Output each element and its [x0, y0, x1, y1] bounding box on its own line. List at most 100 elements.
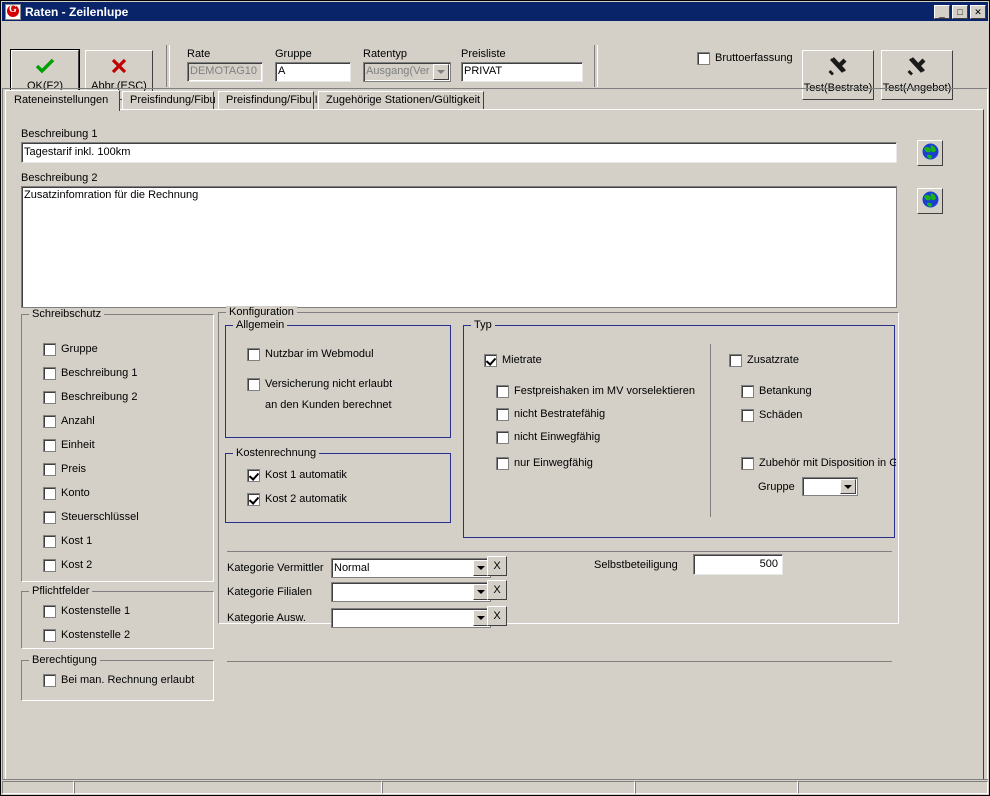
beschreibung2-textarea[interactable]	[21, 186, 897, 308]
tab-rateneinstellungen-label: Rateneinstellungen	[14, 94, 109, 106]
x-icon-svg	[111, 58, 127, 74]
beschreibung2-label: Beschreibung 2	[21, 172, 98, 184]
window-title: Raten - Zeilenlupe	[25, 4, 129, 19]
minimize-button[interactable]: _	[934, 4, 950, 19]
nutzbar-im-webmodul-label: Nutzbar im Webmodul	[265, 348, 374, 360]
schreibschutz-kost-2[interactable]: Kost 2	[43, 559, 92, 572]
checkbox-box	[741, 457, 754, 470]
schreibschutz-kost-1-label: Kost 1	[61, 535, 93, 547]
nutzbar-im-webmodul-checkbox[interactable]: Nutzbar im Webmodul	[247, 348, 374, 361]
pflichtfelder-kostenstelle-2-label: Kostenstelle 2	[61, 629, 131, 641]
gruppe-label: Gruppe	[275, 48, 312, 60]
kategorie-ausw-clear-button[interactable]: X	[487, 606, 507, 626]
zubehoer-disposition-checkbox[interactable]: Zubehör mit Disposition in Gruppe	[741, 457, 896, 470]
zubehoer-gruppe-combo[interactable]	[802, 477, 858, 496]
schaeden-label: Schäden	[759, 409, 803, 421]
kost-2-automatik-checkbox[interactable]: Kost 2 automatik	[247, 493, 347, 506]
schreibschutz-konto[interactable]: Konto	[43, 487, 90, 500]
beschreibung1-input[interactable]: Tagestarif inkl. 100km	[21, 142, 897, 163]
schreibschutz-anzahl[interactable]: Anzahl	[43, 415, 95, 428]
mietrate-checkbox[interactable]: Mietrate	[484, 354, 542, 367]
close-button[interactable]: ✕	[970, 4, 986, 19]
tab-rateneinstellungen[interactable]: Rateneinstellungen	[5, 90, 120, 111]
berechtigung-caption: Berechtigung	[29, 654, 100, 666]
tools-icon	[828, 56, 848, 79]
status-cell-4	[635, 781, 798, 794]
zusatzrate-checkbox[interactable]: Zusatzrate	[729, 354, 799, 367]
zusatzrate-label: Zusatzrate	[747, 354, 799, 366]
checkbox-box	[484, 354, 497, 367]
checkbox-box	[247, 493, 260, 506]
checkbox-box	[43, 367, 56, 380]
preisliste-field[interactable]: PRIVAT	[461, 62, 583, 82]
schreibschutz-kost-1[interactable]: Kost 1	[43, 535, 92, 548]
kategorie-filialen-combo[interactable]	[331, 582, 491, 602]
checkbox-box	[43, 463, 56, 476]
selbstbeteiligung-field[interactable]: 500	[693, 554, 783, 575]
schaeden-checkbox[interactable]: Schäden	[741, 409, 802, 422]
schreibschutz-beschreibung-2[interactable]: Beschreibung 2	[43, 391, 137, 404]
beschreibung2-translate-button[interactable]	[917, 188, 943, 214]
nur-einwegfaehig-checkbox[interactable]: nur Einwegfähig	[496, 457, 593, 470]
kost-1-automatik-label: Kost 1 automatik	[265, 469, 347, 481]
kategorie-vermittler-combo[interactable]: Normal	[331, 558, 491, 578]
tools-icon-svg-2	[907, 56, 926, 75]
tab-preisfindung-fibu-1[interactable]: Preisfindung/Fibu I	[122, 91, 222, 110]
schreibschutz-steuerschluessel[interactable]: Steuerschlüssel	[43, 511, 139, 524]
checkbox-box	[741, 385, 754, 398]
tab-preisfindung-fibu-2[interactable]: Preisfindung/Fibu II	[218, 91, 321, 110]
ratentyp-combo[interactable]: Ausgang(Ver	[363, 62, 451, 82]
tools-icon	[907, 56, 927, 79]
bruttoerfassung-checkbox-box	[697, 52, 710, 65]
chevron-down-icon[interactable]	[433, 64, 449, 80]
checkbox-box	[43, 511, 56, 524]
versicherung-nicht-erlaubt-checkbox[interactable]: Versicherung nicht erlaubt	[247, 378, 392, 391]
bruttoerfassung-checkbox[interactable]: Bruttoerfassung	[697, 52, 793, 65]
maximize-icon: □	[957, 6, 963, 17]
beschreibung1-translate-button[interactable]	[917, 140, 943, 166]
beschreibung1-label: Beschreibung 1	[21, 128, 98, 140]
ratentyp-value: Ausgang(Ver	[366, 65, 430, 77]
tab-zugehoerige-stationen[interactable]: Zugehörige Stationen/Gültigkeit	[318, 91, 484, 110]
schreibschutz-preis[interactable]: Preis	[43, 463, 86, 476]
typ-divider	[710, 344, 711, 517]
gruppe-field[interactable]: A	[275, 62, 351, 82]
kategorie-ausw-combo[interactable]	[331, 608, 491, 628]
clear-icon: X	[493, 584, 501, 596]
tab-zugehoerige-stationen-label: Zugehörige Stationen/Gültigkeit	[326, 94, 481, 106]
checkbox-box	[43, 487, 56, 500]
minimize-icon: _	[939, 7, 945, 19]
festpreishaken-checkbox[interactable]: Festpreishaken im MV vorselektieren	[496, 385, 695, 398]
chevron-down-icon[interactable]	[840, 479, 856, 494]
schreibschutz-gruppe[interactable]: Gruppe	[43, 343, 98, 356]
checkbox-box	[43, 605, 56, 618]
schreibschutz-beschreibung-1-label: Beschreibung 1	[61, 367, 138, 379]
kost-1-automatik-checkbox[interactable]: Kost 1 automatik	[247, 469, 347, 482]
pflichtfelder-kostenstelle-2[interactable]: Kostenstelle 2	[43, 629, 130, 642]
schreibschutz-einheit[interactable]: Einheit	[43, 439, 95, 452]
tools-icon-svg	[828, 56, 847, 75]
mietrate-label: Mietrate	[502, 354, 542, 366]
kategorie-vermittler-clear-button[interactable]: X	[487, 556, 507, 576]
pflichtfelder-kostenstelle-1[interactable]: Kostenstelle 1	[43, 605, 130, 618]
nicht-bestratefaehig-checkbox[interactable]: nicht Bestratefähig	[496, 408, 605, 421]
globe-icon	[922, 143, 939, 163]
betankung-checkbox[interactable]: Betankung	[741, 385, 812, 398]
pflichtfelder-group: Pflichtfelder Kostenstelle 1 Kostenstell…	[21, 585, 214, 649]
checkbox-box	[496, 457, 509, 470]
tab-page-rateneinstellungen: Beschreibung 1 Tagestarif inkl. 100km Be…	[5, 109, 984, 781]
status-cell-2	[74, 781, 382, 794]
check-icon-svg	[35, 58, 55, 74]
kategorie-filialen-clear-button[interactable]: X	[487, 580, 507, 600]
maximize-button[interactable]: □	[952, 4, 968, 19]
schreibschutz-preis-label: Preis	[61, 463, 87, 475]
schreibschutz-beschreibung-1[interactable]: Beschreibung 1	[43, 367, 137, 380]
nicht-einwegfaehig-checkbox[interactable]: nicht Einwegfähig	[496, 431, 600, 444]
rate-field[interactable]: DEMOTAG10	[187, 62, 263, 82]
konfiguration-group: Konfiguration Allgemein Nutzbar im Webmo…	[218, 306, 899, 662]
berechtigung-bei-man-rechnung[interactable]: Bei man. Rechnung erlaubt	[43, 674, 194, 687]
tab-preisfindung-fibu-1-label: Preisfindung/Fibu I	[130, 94, 222, 106]
schreibschutz-group: Schreibschutz Gruppe Beschreibung 1 Besc…	[21, 308, 214, 582]
schreibschutz-caption: Schreibschutz	[29, 308, 105, 320]
title-bar: Raten - Zeilenlupe _ □ ✕	[2, 2, 988, 21]
